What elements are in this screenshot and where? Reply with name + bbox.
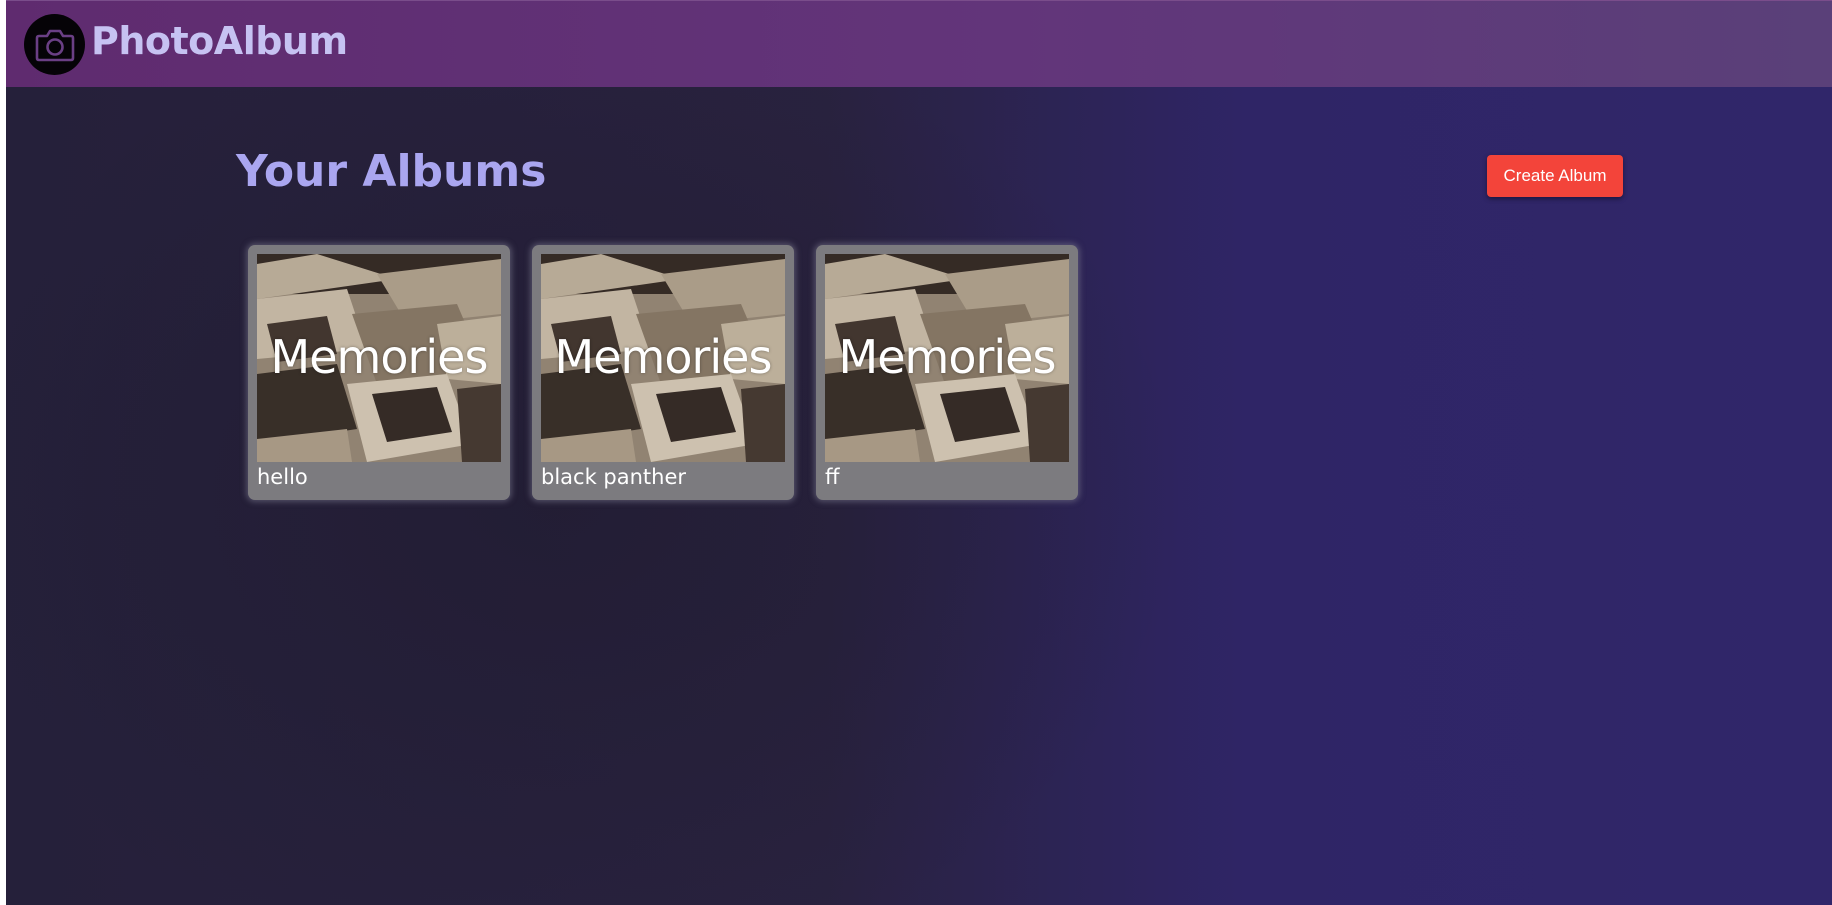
brand-name[interactable]: PhotoAlbum	[91, 19, 348, 65]
album-cover-text: Memories	[554, 330, 773, 384]
album-card[interactable]: Memories black panther	[532, 245, 794, 500]
create-album-button[interactable]: Create Album	[1487, 155, 1623, 197]
album-name: black panther	[541, 465, 687, 489]
album-cover-image: Memories	[541, 254, 785, 462]
album-card[interactable]: Memories hello	[248, 245, 510, 500]
camera-icon	[35, 29, 74, 61]
logo[interactable]	[24, 14, 85, 75]
album-cover-image: Memories	[825, 254, 1069, 462]
album-card[interactable]: Memories ff	[816, 245, 1078, 500]
album-name: ff	[825, 465, 840, 489]
album-cover-text: Memories	[270, 330, 489, 384]
album-name: hello	[257, 465, 308, 489]
app-background: PhotoAlbum Your Albums Create Album Memo…	[6, 0, 1832, 905]
navbar: PhotoAlbum	[6, 0, 1832, 87]
album-cover-text: Memories	[838, 330, 1057, 384]
page-title: Your Albums	[236, 146, 547, 197]
album-cover-image: Memories	[257, 254, 501, 462]
